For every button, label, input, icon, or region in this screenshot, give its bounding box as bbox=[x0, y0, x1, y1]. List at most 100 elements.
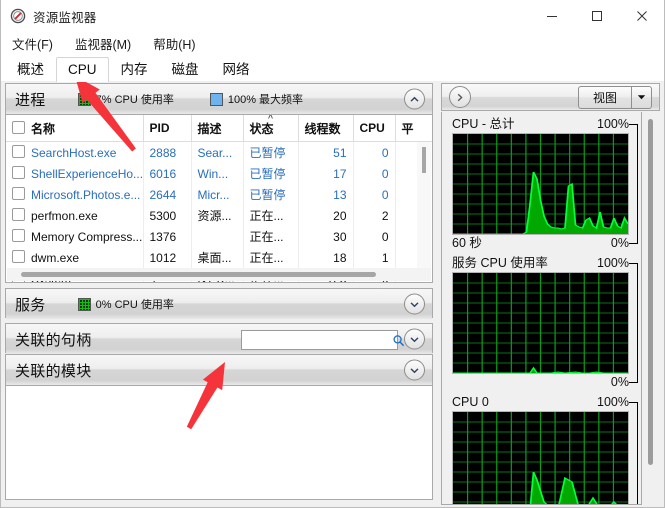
green-swatch-icon bbox=[77, 297, 91, 311]
tab-network[interactable]: 网络 bbox=[211, 57, 262, 82]
expand-graphs-button[interactable] bbox=[449, 86, 471, 108]
cell-description: 资源... bbox=[191, 205, 244, 226]
graph-max-label: 100% bbox=[597, 256, 629, 270]
cell-cpu: 0 bbox=[353, 184, 396, 205]
close-button[interactable] bbox=[619, 0, 664, 32]
select-all-checkbox[interactable] bbox=[12, 120, 25, 134]
services-panel-header[interactable]: 服务 0% CPU 使用率 bbox=[6, 289, 432, 319]
tab-memory[interactable]: 内存 bbox=[109, 57, 160, 82]
column-header-status[interactable]: ^ 状态 bbox=[243, 115, 299, 142]
column-header-cpu[interactable]: CPU bbox=[353, 115, 396, 142]
table-row[interactable]: Memory Compress... 1376 正在... 30 0 bbox=[6, 226, 432, 247]
max-frequency-label: 100% 最大频率 bbox=[227, 94, 304, 106]
title-bar: 资源监视器 bbox=[1, 0, 664, 32]
process-name-label: Microsoft.Photos.e... bbox=[31, 188, 141, 202]
process-table-horizontal-scrollbar[interactable] bbox=[7, 268, 431, 281]
graph-labels: CPU 0 100% bbox=[452, 394, 629, 411]
row-checkbox[interactable] bbox=[12, 166, 25, 179]
handles-expand-button[interactable] bbox=[404, 328, 425, 350]
column-header-name[interactable]: 名称 bbox=[6, 115, 144, 142]
column-header-threads[interactable]: 线程数 bbox=[298, 115, 354, 142]
cell-pid: 2644 bbox=[143, 184, 192, 205]
services-expand-button[interactable] bbox=[404, 293, 425, 315]
processes-panel-header[interactable]: 进程 7% CPU 使用率 100% 最大频率 bbox=[6, 84, 432, 115]
graph-canvas bbox=[452, 272, 629, 374]
tab-cpu[interactable]: CPU bbox=[56, 57, 109, 82]
tab-overview[interactable]: 概述 bbox=[5, 57, 56, 82]
cell-threads: 20 bbox=[298, 205, 354, 226]
resource-monitor-icon bbox=[10, 8, 26, 24]
menu-bar: 文件(F) 监视器(M) 帮助(H) bbox=[1, 32, 664, 55]
graph-canvas bbox=[452, 411, 629, 504]
row-checkbox[interactable] bbox=[12, 187, 25, 200]
view-button[interactable]: 视图 bbox=[577, 85, 652, 109]
cpu-usage-label: 7% CPU 使用率 bbox=[95, 94, 174, 106]
column-header-description[interactable]: 描述 bbox=[191, 115, 244, 142]
table-row[interactable]: perfmon.exe 5300 资源... 正在... 20 2 bbox=[6, 205, 432, 226]
process-name-label: ShellExperienceHo... bbox=[31, 167, 143, 181]
table-row[interactable]: dwm.exe 1012 桌面... 正在... 18 1 bbox=[6, 247, 432, 268]
modules-panel-header[interactable]: 关联的模块 bbox=[6, 355, 432, 386]
graph-min-label: 0% bbox=[610, 236, 629, 250]
table-row[interactable]: SearchHost.exe 2888 Sear... 已暂停 51 0 bbox=[6, 141, 432, 163]
process-table: 名称 PID 描述 ^ 状态 线程数 CPU 平 SearchHost.exe … bbox=[6, 115, 432, 282]
process-table-body: SearchHost.exe 2888 Sear... 已暂停 51 0 ShellExpe… bbox=[6, 141, 432, 282]
cell-pid: 6016 bbox=[143, 163, 192, 184]
column-header-pid[interactable]: PID bbox=[143, 115, 192, 142]
table-row[interactable]: ShellExperienceHo... 6016 Win... 已暂停 17 0 bbox=[6, 163, 432, 184]
column-header-average[interactable]: 平 bbox=[395, 115, 432, 142]
cell-status: 正在... bbox=[243, 247, 299, 268]
graph-pane-scrollbar[interactable] bbox=[643, 112, 660, 505]
cell-pid: 5300 bbox=[143, 205, 192, 226]
modules-expand-button[interactable] bbox=[404, 359, 425, 381]
row-checkbox[interactable] bbox=[12, 229, 25, 242]
left-column: 进程 7% CPU 使用率 100% 最大频率 名称 PID 描述 ^ 状态 线… bbox=[5, 83, 433, 505]
process-name-label: dwm.exe bbox=[31, 251, 80, 265]
menu-help[interactable]: 帮助(H) bbox=[151, 33, 197, 54]
cell-name: SearchHost.exe bbox=[6, 141, 144, 163]
graph-range-bracket bbox=[629, 124, 638, 244]
table-row[interactable]: Microsoft.Photos.e... 2644 Micr... 已暂停 13 0 bbox=[6, 184, 432, 205]
cell-threads: 51 bbox=[298, 141, 354, 163]
graph-footer: 0% bbox=[452, 374, 629, 391]
services-panel-title: 服务 bbox=[15, 296, 46, 314]
handles-panel-title: 关联的句柄 bbox=[15, 331, 92, 349]
graph-list: CPU - 总计 100% 60 秒 0% 服务 CPU 使用率 100% 0% CPU … bbox=[442, 116, 641, 504]
process-table-vertical-scrollbar[interactable] bbox=[417, 142, 431, 268]
magnifier-icon[interactable] bbox=[392, 332, 405, 348]
maximize-button[interactable] bbox=[574, 0, 619, 32]
processes-collapse-button[interactable] bbox=[404, 88, 425, 110]
cell-threads: 13 bbox=[298, 184, 354, 205]
graph-labels: CPU - 总计 100% bbox=[452, 116, 629, 133]
handles-search-box[interactable] bbox=[241, 330, 416, 350]
cell-name: dwm.exe bbox=[6, 247, 144, 268]
handles-search-input[interactable] bbox=[242, 332, 392, 348]
menu-file[interactable]: 文件(F) bbox=[10, 33, 55, 54]
scrollbar-thumb[interactable] bbox=[422, 147, 426, 173]
scrollbar-thumb[interactable] bbox=[648, 119, 653, 465]
handles-panel-header[interactable]: 关联的句柄 bbox=[6, 324, 432, 354]
cell-status: 正在... bbox=[243, 205, 299, 226]
cell-description: Sear... bbox=[191, 141, 244, 163]
triangle-down-icon[interactable] bbox=[631, 86, 651, 108]
graph-title: CPU - 总计 bbox=[452, 117, 515, 131]
row-checkbox[interactable] bbox=[12, 250, 25, 263]
cell-name: Microsoft.Photos.e... bbox=[6, 184, 144, 205]
minimize-button[interactable] bbox=[529, 0, 574, 32]
row-checkbox[interactable] bbox=[12, 145, 25, 158]
resource-monitor-window: 资源监视器 文件(F) 监视器(M) 帮助(H) 概述 CPU 内存 磁盘 网络 bbox=[0, 0, 665, 508]
cell-name: perfmon.exe bbox=[6, 205, 144, 226]
processes-panel-title: 进程 bbox=[15, 91, 46, 109]
cell-name: Memory Compress... bbox=[6, 226, 144, 247]
menu-monitor[interactable]: 监视器(M) bbox=[73, 33, 133, 54]
row-checkbox[interactable] bbox=[12, 208, 25, 221]
cell-pid: 1376 bbox=[143, 226, 192, 247]
cell-description: 桌面... bbox=[191, 247, 244, 268]
tab-disk[interactable]: 磁盘 bbox=[160, 57, 211, 82]
process-name-label: Memory Compress... bbox=[31, 230, 143, 244]
right-column: 视图 CPU - 总计 100% 60 秒 0% 服务 CPU 使用率 100% 0% C… bbox=[441, 83, 660, 505]
scrollbar-thumb[interactable] bbox=[21, 272, 376, 277]
services-cpu-label: 0% CPU 使用率 bbox=[95, 299, 174, 311]
graph-range-bracket bbox=[629, 402, 638, 504]
cell-cpu: 0 bbox=[353, 163, 396, 184]
